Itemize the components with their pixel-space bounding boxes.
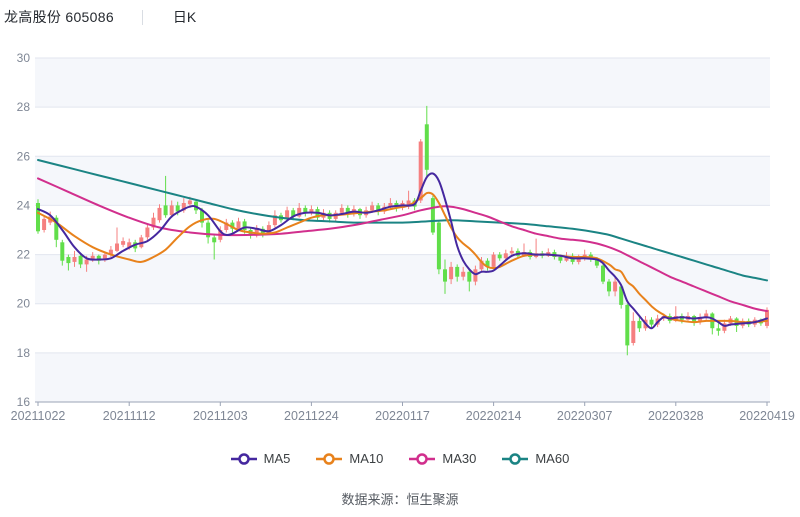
candle [145, 228, 149, 238]
candle [558, 257, 562, 261]
candle [158, 208, 162, 220]
candle [212, 237, 216, 242]
legend-item-ma60[interactable]: MA60 [502, 451, 569, 466]
svg-text:20211112: 20211112 [103, 409, 156, 423]
stock-chart-page: 龙高股份 605086 日K 3028262422201816202110222… [0, 0, 800, 517]
data-source-text: 数据来源：恒生聚源 [0, 489, 800, 508]
plot-bands [35, 58, 770, 402]
svg-text:22: 22 [17, 248, 31, 262]
legend-marker-ma30 [409, 452, 435, 466]
candle [431, 198, 435, 232]
candle [237, 221, 241, 228]
svg-text:30: 30 [17, 51, 31, 65]
svg-text:16: 16 [17, 395, 31, 409]
candle [115, 244, 119, 251]
candle [449, 267, 453, 279]
candle [85, 260, 89, 265]
candle [716, 328, 720, 331]
candle [73, 257, 77, 262]
legend-marker-ma10 [316, 452, 342, 466]
svg-text:20: 20 [17, 297, 31, 311]
candle [613, 282, 617, 292]
svg-text:18: 18 [17, 346, 31, 360]
candle [467, 272, 471, 282]
candle [60, 242, 64, 260]
legend-item-ma10[interactable]: MA10 [316, 451, 383, 466]
candle [625, 305, 629, 346]
y-axis-labels: 30 28 26 24 22 20 18 16 [17, 51, 31, 409]
x-axis: 20211022 20211112 20211203 20211224 20220117… [11, 402, 795, 423]
kline-chart[interactable]: 30 28 26 24 22 20 18 1620211022 20211112 20211203… [0, 0, 800, 435]
candle [504, 253, 508, 258]
candle [340, 208, 344, 213]
candle [66, 257, 70, 263]
candle [601, 266, 605, 282]
candles-layer [36, 106, 769, 355]
candle [79, 256, 83, 265]
candle [437, 223, 441, 270]
gridlines [35, 58, 770, 402]
kline-chart-svg[interactable]: 30 28 26 24 22 20 18 1620211022 20211112 20211203… [0, 0, 800, 435]
candle [473, 269, 477, 281]
legend-marker-ma60 [502, 452, 528, 466]
svg-text:24: 24 [17, 198, 31, 212]
legend-label: MA30 [442, 451, 476, 466]
svg-text:28: 28 [17, 100, 31, 114]
candle [188, 201, 192, 205]
legend-item-ma30[interactable]: MA30 [409, 451, 476, 466]
svg-text:26: 26 [17, 149, 31, 163]
candle [455, 267, 459, 277]
candle [498, 255, 502, 259]
candle [42, 219, 46, 230]
candle [607, 282, 611, 292]
candle [510, 251, 514, 254]
legend-marker-ma5 [231, 452, 257, 466]
svg-text:20220419: 20220419 [739, 409, 795, 423]
candle [461, 272, 465, 277]
candle [650, 320, 654, 325]
candle [492, 255, 496, 267]
legend-label: MA10 [349, 451, 383, 466]
legend-item-ma5[interactable]: MA5 [231, 451, 291, 466]
svg-text:20220307: 20220307 [557, 409, 613, 423]
svg-text:20211203: 20211203 [193, 409, 248, 423]
candle [370, 205, 374, 210]
candle [637, 321, 641, 328]
candle [425, 124, 429, 170]
candle [631, 321, 635, 343]
candle [164, 205, 168, 215]
legend-label: MA5 [264, 451, 291, 466]
svg-text:20211022: 20211022 [11, 409, 66, 423]
svg-text:20220214: 20220214 [466, 409, 522, 423]
chart-legend: MA5 MA10 MA30 MA60 [0, 451, 800, 466]
svg-text:20211224: 20211224 [284, 409, 339, 423]
svg-text:20220117: 20220117 [375, 409, 430, 423]
candle [170, 205, 174, 215]
candle [121, 241, 125, 245]
candle [443, 269, 447, 281]
legend-label: MA60 [535, 451, 569, 466]
candle [36, 203, 40, 231]
svg-text:20220328: 20220328 [648, 409, 704, 423]
